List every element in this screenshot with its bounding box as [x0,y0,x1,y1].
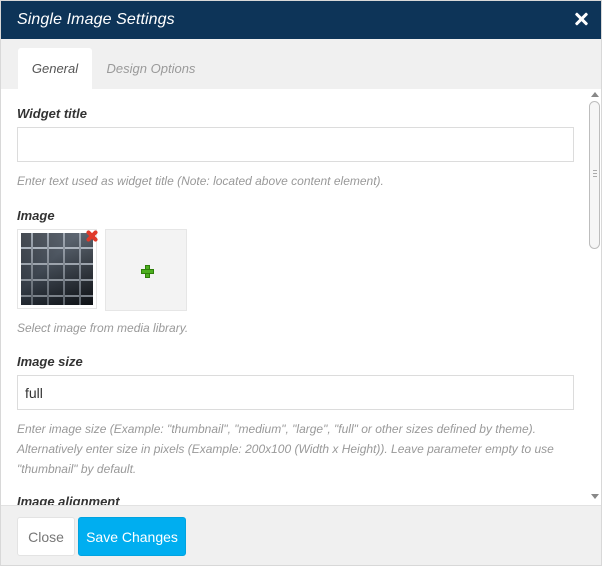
widget-title-label: Widget title [17,106,87,121]
image-label: Image [17,208,55,223]
dialog-footer: Close Save Changes [1,505,601,565]
image-alignment-label: Image alignment [17,494,120,505]
add-image-button[interactable] [105,229,187,311]
single-image-settings-dialog: Single Image Settings General Design Opt… [0,0,602,566]
scroll-thumb[interactable] [589,101,600,249]
scroll-down-icon[interactable] [591,494,599,499]
selected-image-thumbnail[interactable] [17,229,97,309]
dialog-titlebar: Single Image Settings [1,1,601,39]
remove-icon[interactable] [86,230,98,242]
image-size-input[interactable] [17,375,574,410]
tab-design-options[interactable]: Design Options [97,48,205,89]
dialog-title: Single Image Settings [17,11,175,28]
image-preview [21,233,93,305]
panel-scrollbar[interactable] [586,89,601,505]
tab-bar: General Design Options [1,39,601,89]
widget-title-hint: Enter text used as widget title (Note: l… [17,174,384,188]
close-button[interactable]: Close [17,517,75,556]
widget-title-input[interactable] [17,127,574,162]
image-hint: Select image from media library. [17,321,189,335]
image-size-hint: Enter image size (Example: "thumbnail", … [17,422,554,476]
close-icon[interactable] [574,12,588,26]
save-changes-button[interactable]: Save Changes [78,517,186,556]
settings-panel: Widget title Enter text used as widget t… [1,89,601,505]
scroll-up-icon[interactable] [591,92,599,97]
image-size-label: Image size [17,354,83,369]
tab-general[interactable]: General [18,48,92,89]
plus-icon [141,265,154,278]
